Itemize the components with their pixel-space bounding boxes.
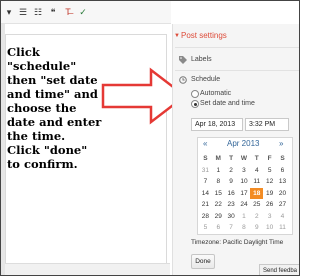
remove-formatting-icon[interactable]: T̶ — [62, 7, 74, 17]
weekday-label: T — [229, 155, 234, 162]
blogger-editor-window: ▾ ☰ ☷ ❝ T̶ ✓ Click "schedule" then "set … — [0, 0, 300, 276]
weekday-label: F — [267, 155, 272, 162]
calendar-day[interactable]: 8 — [212, 176, 225, 188]
calendar-week-row: 5 6 7 8 9 10 11 — [199, 222, 289, 234]
calendar-day[interactable]: 27 — [276, 199, 289, 211]
dropdown-caret-icon[interactable]: ▾ — [5, 7, 13, 17]
calendar-grid: S M T W T F S 31 1 2 3 4 5 6 7 8 9 10 11 12 13 14 15 16 17 18 19 20… — [199, 153, 289, 234]
timezone-label: Timezone: Pacific Daylight Time — [191, 239, 284, 246]
clock-icon — [178, 75, 187, 84]
calendar-day[interactable]: 2 — [250, 211, 263, 223]
calendar-month-label: Apr 2013 — [227, 139, 260, 148]
collapse-triangle-icon[interactable]: ▼ — [174, 31, 180, 41]
calendar-week-row: 14 15 16 17 18 19 20 — [199, 187, 289, 200]
calendar-day[interactable]: 3 — [263, 211, 276, 223]
calendar-day[interactable]: 6 — [212, 222, 225, 234]
calendar-day[interactable]: 9 — [250, 222, 263, 234]
done-button[interactable]: Done — [191, 254, 215, 269]
next-month-button[interactable]: » — [279, 139, 283, 148]
date-input[interactable]: Apr 18, 2013 — [191, 118, 243, 131]
calendar-day[interactable]: 13 — [276, 176, 289, 188]
calendar-day[interactable]: 10 — [238, 176, 251, 188]
weekday-label: S — [203, 155, 208, 162]
calendar-day[interactable]: 3 — [238, 165, 251, 177]
calendar-day[interactable]: 8 — [238, 222, 251, 234]
calendar-header: « Apr 2013 » — [197, 139, 291, 151]
schedule-heading[interactable]: Schedule — [191, 76, 220, 83]
calendar-day[interactable]: 11 — [276, 222, 289, 234]
calendar-day[interactable]: 15 — [212, 188, 225, 200]
calendar-day[interactable]: 7 — [199, 176, 212, 188]
set-date-time-option-label[interactable]: Set date and time — [200, 100, 255, 107]
send-feedback-button[interactable]: Send feedba — [259, 264, 299, 275]
calendar-day[interactable]: 17 — [238, 188, 251, 200]
calendar-day[interactable]: 5 — [199, 222, 212, 234]
calendar-week-row: 28 29 30 1 2 3 4 — [199, 211, 289, 223]
calendar-day[interactable]: 1 — [212, 165, 225, 177]
calendar-day[interactable]: 26 — [263, 199, 276, 211]
calendar-day[interactable]: 11 — [250, 176, 263, 188]
calendar-weekday-row: SMTWTFS — [199, 153, 289, 165]
bulleted-list-icon[interactable]: ☷ — [32, 7, 44, 17]
calendar-day[interactable]: 6 — [276, 165, 289, 177]
divider — [175, 70, 299, 71]
calendar-day[interactable]: 9 — [225, 176, 238, 188]
labels-link[interactable]: Labels — [191, 56, 212, 63]
prev-month-button[interactable]: « — [203, 139, 207, 148]
calendar-day[interactable]: 23 — [225, 199, 238, 211]
quote-icon[interactable]: ❝ — [47, 7, 59, 17]
calendar-day[interactable]: 20 — [276, 188, 289, 200]
calendar-day[interactable]: 1 — [238, 211, 251, 223]
calendar-day[interactable]: 28 — [199, 211, 212, 223]
calendar-day[interactable]: 31 — [199, 165, 212, 177]
calendar-day[interactable]: 4 — [276, 211, 289, 223]
calendar-day[interactable]: 21 — [199, 199, 212, 211]
calendar-day[interactable]: 29 — [212, 211, 225, 223]
calendar-week-row: 21 22 23 24 25 26 27 — [199, 199, 289, 211]
editor-toolbar: ▾ ☰ ☷ ❝ T̶ ✓ — [1, 1, 171, 24]
calendar-day[interactable]: 2 — [225, 165, 238, 177]
automatic-radio[interactable] — [191, 90, 199, 98]
calendar-day[interactable]: 25 — [250, 199, 263, 211]
calendar-day[interactable]: 5 — [263, 165, 276, 177]
calendar-day[interactable]: 19 — [263, 188, 276, 200]
calendar-day[interactable]: 7 — [225, 222, 238, 234]
calendar-day[interactable]: 12 — [263, 176, 276, 188]
calendar-day[interactable]: 22 — [212, 199, 225, 211]
calendar-day[interactable]: 30 — [225, 211, 238, 223]
calendar-day[interactable]: 4 — [250, 165, 263, 177]
weekday-label: W — [240, 155, 248, 162]
weekday-label: T — [254, 155, 259, 162]
weekday-label: M — [215, 155, 221, 162]
automatic-option-label[interactable]: Automatic — [200, 90, 231, 97]
post-settings-title[interactable]: Post settings — [181, 31, 227, 40]
divider — [175, 47, 299, 48]
weekday-label: S — [280, 155, 285, 162]
calendar-day[interactable]: 16 — [225, 188, 238, 200]
calendar-week-row: 7 8 9 10 11 12 13 — [199, 176, 289, 188]
calendar-day-selected[interactable]: 18 — [250, 187, 264, 199]
numbered-list-icon[interactable]: ☰ — [17, 7, 29, 17]
calendar-day[interactable]: 24 — [238, 199, 251, 211]
spellcheck-icon[interactable]: ✓ — [77, 7, 89, 17]
calendar-day[interactable]: 10 — [263, 222, 276, 234]
calendar-week-row: 31 1 2 3 4 5 6 — [199, 165, 289, 177]
set-date-time-radio[interactable] — [191, 100, 199, 108]
calendar-day[interactable]: 14 — [199, 188, 212, 200]
editor-status-bar — [5, 263, 170, 275]
label-tag-icon — [178, 55, 187, 64]
time-input[interactable]: 3:32 PM — [245, 118, 289, 131]
